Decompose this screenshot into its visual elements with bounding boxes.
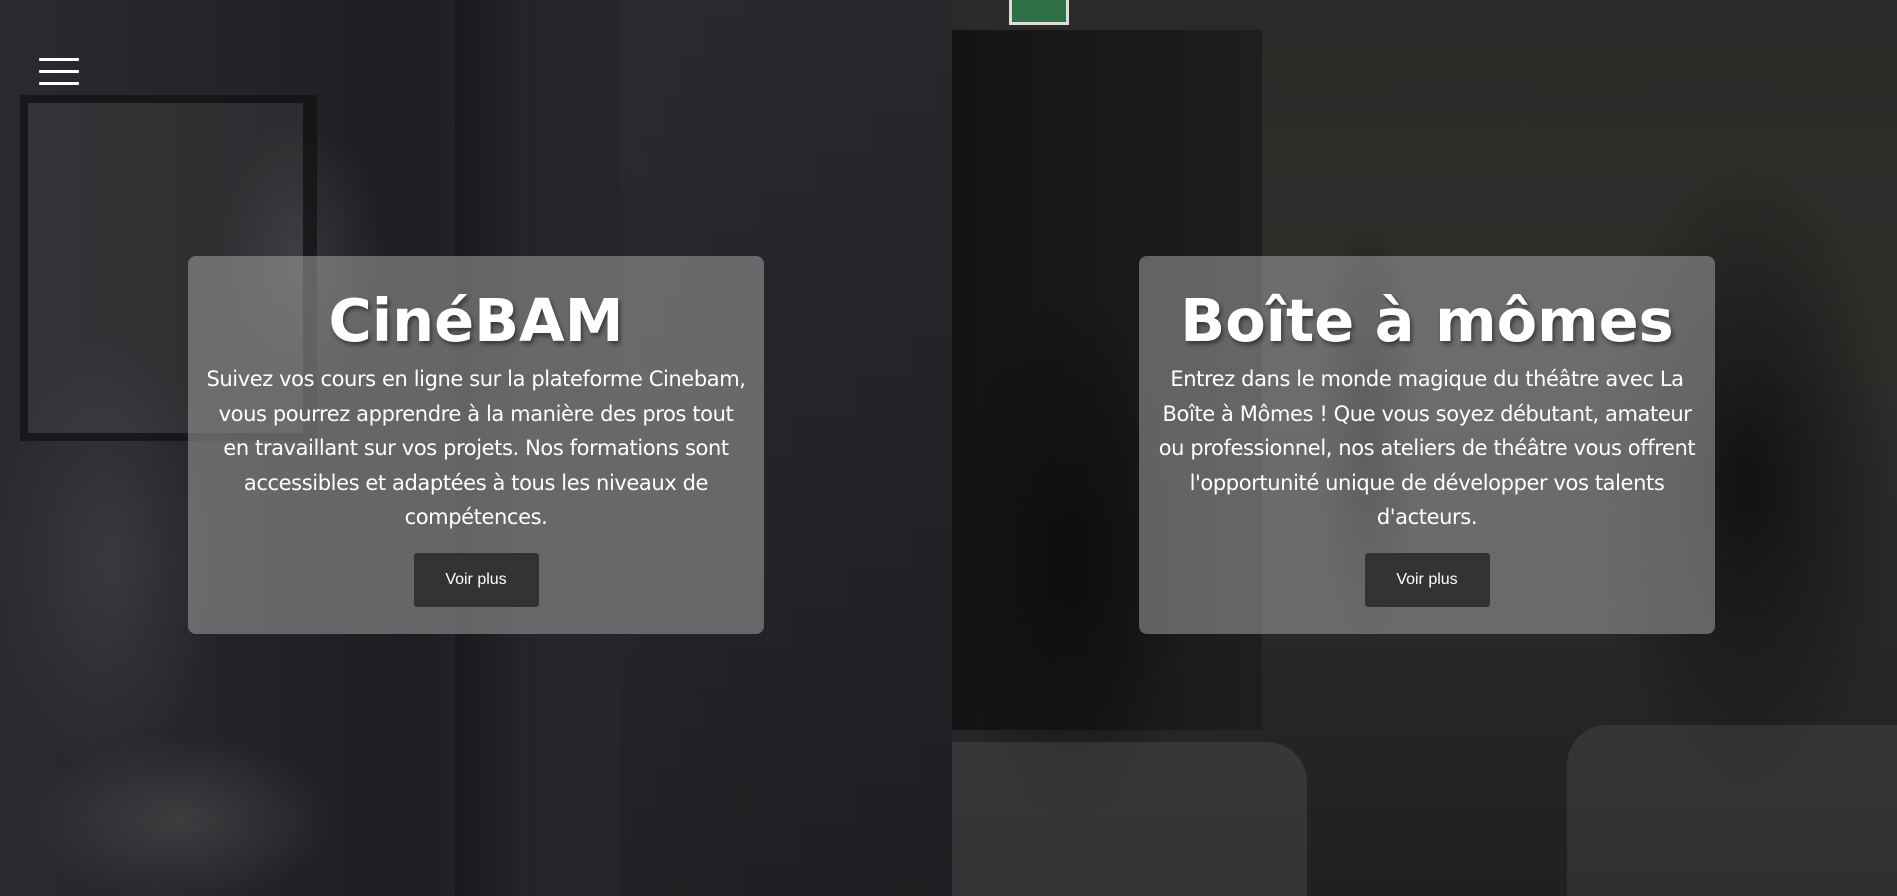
cinebam-card: CinéBAM Suivez vos cours en ligne sur la… (188, 256, 764, 634)
cinebam-description: Suivez vos cours en ligne sur la platefo… (206, 367, 746, 529)
background-chair (952, 742, 1307, 896)
boite-a-momes-card: Boîte à mômes Entrez dans le monde magiq… (1139, 256, 1715, 634)
hamburger-menu-icon[interactable] (39, 58, 79, 86)
menu-bar (39, 58, 79, 61)
boite-a-momes-title: Boîte à mômes (1180, 286, 1674, 355)
page: CinéBAM Suivez vos cours en ligne sur la… (0, 0, 1897, 896)
cinebam-title: CinéBAM (328, 286, 624, 355)
cinebam-voir-plus-button[interactable]: Voir plus (413, 552, 539, 607)
menu-bar (39, 82, 79, 85)
background-chair (1567, 725, 1897, 896)
boite-a-momes-description: Entrez dans le monde magique du théâtre … (1158, 367, 1696, 529)
menu-bar (39, 70, 79, 73)
exit-sign (1009, 0, 1069, 25)
boite-a-momes-voir-plus-button[interactable]: Voir plus (1364, 552, 1490, 607)
